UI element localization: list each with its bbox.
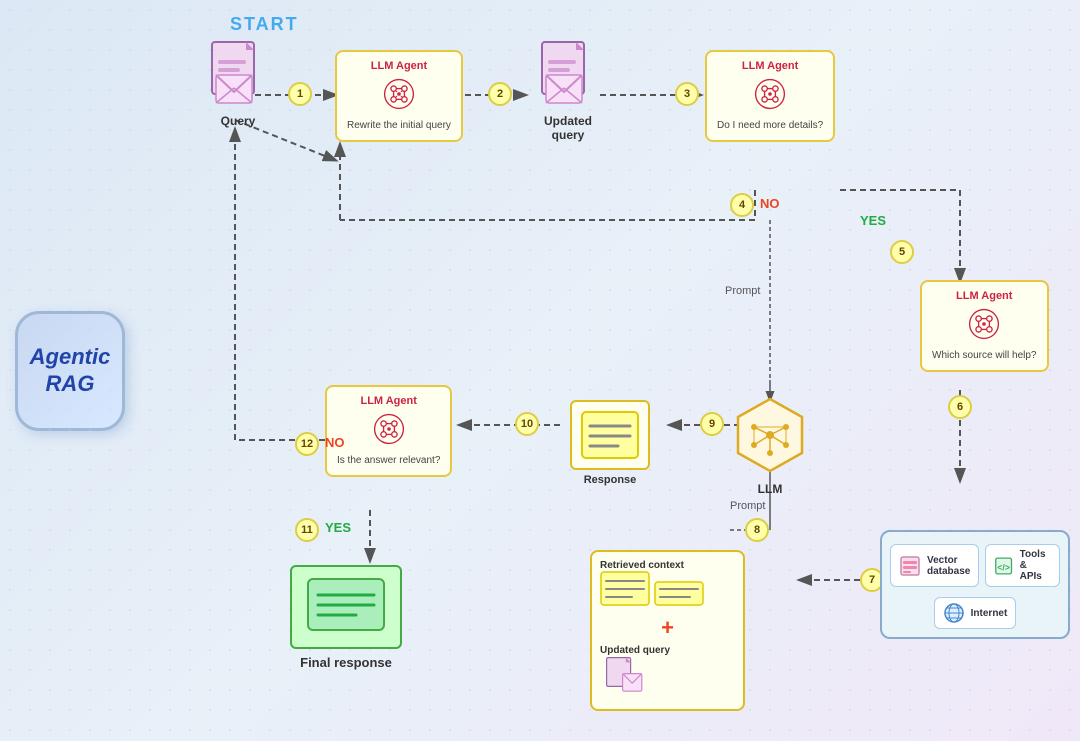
do-i-need-node: LLM Agent Do I need more details? <box>705 50 835 142</box>
badge-9: 9 <box>700 412 724 436</box>
tools-apis-icon: </> <box>994 555 1013 577</box>
sources-box: Vector database </> Tools & APIs <box>880 530 1070 639</box>
brain-icon-2 <box>752 76 788 112</box>
updated-query-icon <box>538 40 598 110</box>
context-box: Retrieved context + <box>590 550 745 711</box>
rewrite-node: LLM Agent Rewrite th <box>335 50 463 142</box>
final-response-icon <box>306 577 386 632</box>
badge-3: 3 <box>675 82 699 106</box>
badge-5: 5 <box>890 240 914 264</box>
query-node: Query <box>198 40 278 128</box>
badge-6: 6 <box>948 395 972 419</box>
response-icon <box>580 410 640 460</box>
updated-query-node: Updated query <box>528 40 608 142</box>
badge-11: 11 <box>295 518 319 542</box>
tools-apis-item: </> Tools & APIs <box>985 544 1060 587</box>
internet-item: Internet <box>934 597 1017 629</box>
yes-label-2: YES <box>325 520 351 535</box>
do-i-need-box: LLM Agent Do I need more details? <box>705 50 835 142</box>
diagram-area: START 1 Query 2 LLM Agent <box>140 0 1080 741</box>
llm-node: LLM <box>730 395 810 496</box>
llm-hex-icon <box>730 395 810 475</box>
vector-db-item: Vector database <box>890 544 979 587</box>
badge-1: 1 <box>288 82 312 106</box>
final-response-label: Final response <box>290 655 402 670</box>
retrieved-context-icon <box>600 571 650 606</box>
rewrite-box: LLM Agent Rewrite th <box>335 50 463 142</box>
query-label: Query <box>221 114 256 128</box>
vector-db-label: Vector database <box>927 555 970 577</box>
no-label-1: NO <box>760 196 780 211</box>
badge-8: 8 <box>745 518 769 542</box>
retrieved-context-icon2 <box>654 581 704 606</box>
badge-4: 4 <box>730 193 754 217</box>
which-source-box: LLM Agent Which source will help? <box>920 280 1049 372</box>
main-container: Agentic RAG <box>0 0 1080 741</box>
is-relevant-node: LLM Agent Is the answer relevant? <box>325 385 452 477</box>
prompt-label-1: Prompt <box>725 285 760 297</box>
is-relevant-box: LLM Agent Is the answer relevant? <box>325 385 452 477</box>
svg-text:</>: </> <box>998 562 1011 572</box>
sources-top-row: Vector database </> Tools & APIs <box>890 540 1060 591</box>
updated-query-small-icon <box>600 656 650 696</box>
which-source-node: LLM Agent Which source will help? <box>920 280 1049 372</box>
badge-2: 2 <box>488 82 512 106</box>
tools-apis-label: Tools & APIs <box>1020 549 1051 582</box>
updated-query-label: Updated query <box>528 114 608 142</box>
agentic-rag-title: Agentic RAG <box>30 344 111 397</box>
brain-icon-4 <box>371 411 407 447</box>
final-response-node: Final response <box>290 565 402 670</box>
vector-db-icon <box>899 555 921 577</box>
llm-label: LLM <box>730 482 810 496</box>
agentic-rag-box: Agentic RAG <box>15 311 125 431</box>
badge-10: 10 <box>515 412 539 436</box>
updated-query-section: Updated query <box>600 645 735 701</box>
plus-sign: + <box>600 617 735 639</box>
badge-12: 12 <box>295 432 319 456</box>
internet-label: Internet <box>971 608 1008 619</box>
yes-label-1: YES <box>860 213 886 228</box>
retrieved-context-label: Retrieved context <box>600 560 704 611</box>
query-icon <box>208 40 268 110</box>
internet-icon <box>943 602 965 624</box>
updated-query-section-label: Updated query <box>600 645 670 701</box>
response-label: Response <box>570 474 650 486</box>
final-response-box <box>290 565 402 649</box>
start-label: START <box>230 14 299 35</box>
response-node: Response <box>570 400 650 486</box>
left-panel: Agentic RAG <box>0 0 140 741</box>
brain-icon-3 <box>966 306 1002 342</box>
prompt-label-2: Prompt <box>730 500 765 512</box>
brain-icon-1 <box>381 76 417 112</box>
retrieved-context-section: Retrieved context <box>600 560 735 611</box>
no-label-2: NO <box>325 435 345 450</box>
response-box <box>570 400 650 470</box>
